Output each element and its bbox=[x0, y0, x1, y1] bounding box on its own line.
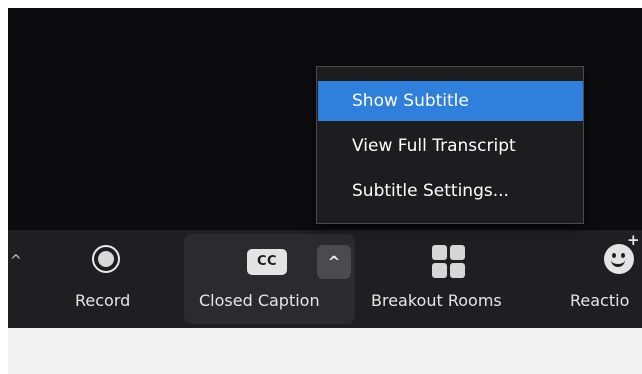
mouth bbox=[611, 257, 625, 267]
zoom-window: ^ Record CC ^ Closed Caption Breakout Ro… bbox=[0, 0, 642, 374]
record-icon[interactable] bbox=[92, 245, 120, 273]
grid-cell bbox=[432, 245, 447, 260]
below-toolbar-area bbox=[8, 328, 642, 374]
grid-cell bbox=[450, 245, 465, 260]
breakout-rooms-icon[interactable] bbox=[432, 245, 466, 279]
reactions-label[interactable]: Reactio bbox=[570, 291, 629, 311]
grid-cell bbox=[450, 263, 465, 278]
menu-item-show-subtitle[interactable]: Show Subtitle bbox=[318, 81, 583, 121]
record-button-label[interactable]: Record bbox=[75, 291, 130, 311]
closed-caption-menu: Show Subtitle View Full Transcript Subti… bbox=[316, 66, 584, 224]
breakout-rooms-label[interactable]: Breakout Rooms bbox=[371, 291, 502, 311]
menu-item-view-full-transcript[interactable]: View Full Transcript bbox=[318, 126, 583, 166]
closed-caption-label[interactable]: Closed Caption bbox=[199, 291, 320, 311]
menu-item-subtitle-settings[interactable]: Subtitle Settings... bbox=[318, 171, 583, 211]
grid-cell bbox=[432, 263, 447, 278]
chevron-up-icon: ^ bbox=[327, 253, 341, 271]
closed-caption-icon[interactable]: CC bbox=[247, 249, 287, 275]
closed-caption-options-button[interactable]: ^ bbox=[317, 245, 351, 279]
add-reaction-icon: + bbox=[627, 231, 640, 249]
previous-options-caret-icon[interactable]: ^ bbox=[10, 254, 22, 268]
